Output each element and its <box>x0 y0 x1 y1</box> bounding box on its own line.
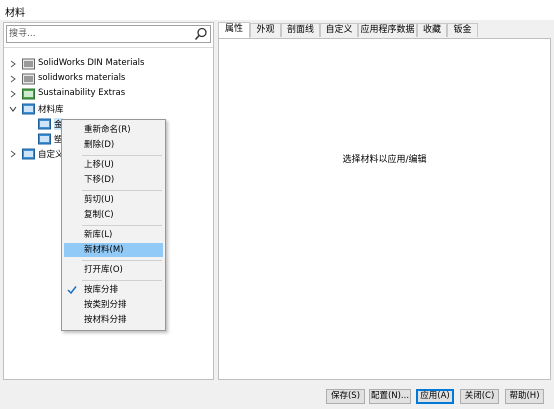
save-button[interactable]: 保存(S) <box>326 389 365 404</box>
help-button[interactable]: 帮助(H) <box>505 389 544 404</box>
menu-item-delete[interactable]: 删除(D) <box>64 138 163 152</box>
chevron-right-icon[interactable] <box>9 90 17 98</box>
config-button[interactable]: 配置(N)... <box>369 389 411 404</box>
close-button[interactable]: 关闭(C) <box>460 389 499 404</box>
tab-bar: 属性 外观 剖面线 自定义 应用程序数据 收藏 钣金 <box>218 22 551 39</box>
tree-item-material-library[interactable]: 材料库 <box>4 102 213 117</box>
tab-custom[interactable]: 自定义 <box>320 23 358 37</box>
tree-item-label: SolidWorks DIN Materials <box>38 58 145 68</box>
tab-sheet-metal[interactable]: 钣金 <box>447 23 478 37</box>
menu-separator <box>82 225 162 226</box>
menu-item-copy[interactable]: 复制(C) <box>64 208 163 222</box>
tab-appearance[interactable]: 外观 <box>250 23 281 37</box>
menu-item-move-down[interactable]: 下移(D) <box>64 173 163 187</box>
menu-separator <box>82 260 162 261</box>
chevron-right-icon[interactable] <box>9 60 17 68</box>
menu-separator <box>82 155 162 156</box>
menu-item-sort-by-category[interactable]: 按类别分排 <box>64 298 163 312</box>
tree-item-label: solidworks materials <box>38 73 126 83</box>
checkmark-icon <box>67 286 77 295</box>
chevron-down-icon[interactable] <box>9 105 17 113</box>
menu-item-new-material[interactable]: 新材料(M) <box>64 243 163 257</box>
menu-item-rename[interactable]: 重新命名(R) <box>64 123 163 137</box>
tab-favorites[interactable]: 收藏 <box>417 23 447 37</box>
menu-item-sort-by-material[interactable]: 按材料分排 <box>64 313 163 327</box>
tree-item-solidworks-materials[interactable]: solidworks materials <box>4 72 213 87</box>
library-folder-icon <box>22 73 35 85</box>
tree-item-din-materials[interactable]: SolidWorks DIN Materials <box>4 57 213 72</box>
tab-content: 选择材料以应用/编辑 <box>218 38 551 380</box>
title-bar: 材料 <box>0 0 554 20</box>
menu-item-open-library[interactable]: 打开库(O) <box>64 263 163 277</box>
window-title: 材料 <box>5 8 25 19</box>
category-folder-icon <box>38 118 51 130</box>
chevron-right-icon[interactable] <box>9 75 17 83</box>
tab-crosshatch[interactable]: 剖面线 <box>281 23 320 37</box>
properties-panel: 属性 外观 剖面线 自定义 应用程序数据 收藏 钣金 选择材料以应用/编辑 <box>218 22 551 380</box>
menu-separator <box>82 190 162 191</box>
search-input[interactable] <box>9 27 189 41</box>
tab-application-data[interactable]: 应用程序数据 <box>358 23 417 37</box>
library-folder-icon <box>22 58 35 70</box>
menu-item-cut[interactable]: 剪切(U) <box>64 193 163 207</box>
category-folder-icon <box>38 133 51 145</box>
library-folder-blue-icon <box>22 148 35 160</box>
menu-item-move-up[interactable]: 上移(U) <box>64 158 163 172</box>
tree-item-sustainability-extras[interactable]: Sustainability Extras <box>4 87 213 102</box>
tree-item-label: Sustainability Extras <box>38 88 126 98</box>
apply-button[interactable]: 应用(A) <box>416 389 454 404</box>
empty-message: 选择材料以应用/编辑 <box>342 155 427 165</box>
menu-separator <box>82 280 162 281</box>
menu-item-new-library[interactable]: 新库(L) <box>64 228 163 242</box>
menu-item-sort-by-library[interactable]: 按库分排 <box>64 283 163 297</box>
library-folder-green-icon <box>22 88 35 100</box>
chevron-right-icon[interactable] <box>9 150 17 158</box>
search-box[interactable] <box>6 25 211 43</box>
search-icon[interactable] <box>194 27 208 41</box>
library-folder-blue-icon <box>22 103 35 115</box>
search-separator <box>4 47 213 48</box>
tree-item-label: 自定义 <box>38 150 64 160</box>
context-menu: 重新命名(R) 删除(D) 上移(U) 下移(D) 剪切(U) 复制(C) 新库… <box>61 119 166 331</box>
tab-properties[interactable]: 属性 <box>218 22 250 39</box>
tree-item-label: 材料库 <box>38 105 64 115</box>
